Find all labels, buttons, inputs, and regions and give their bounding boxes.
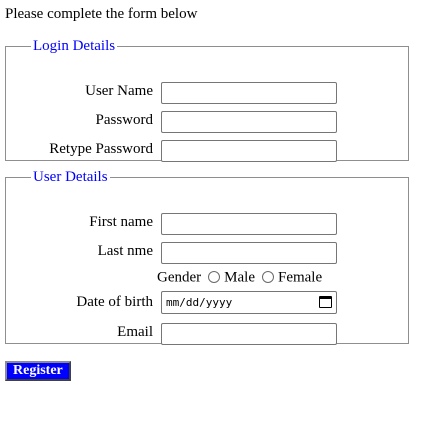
password-label: Password	[95, 112, 153, 128]
calendar-icon[interactable]	[319, 296, 332, 308]
last-name-label: Last nme	[97, 243, 153, 259]
email-label: Email	[117, 324, 153, 340]
login-details-legend: Login Details	[33, 38, 116, 54]
retype-password-label: Retype Password	[49, 141, 153, 157]
gender-label: Gender	[157, 269, 202, 286]
dob-input[interactable]: mm/dd/yyyy	[161, 291, 337, 314]
form-intro-text: Please complete the form below	[5, 6, 198, 22]
user-details-legend: User Details	[33, 169, 108, 185]
password-input[interactable]	[161, 111, 337, 133]
dob-label: Date of birth	[76, 294, 153, 310]
last-name-input[interactable]	[161, 242, 337, 264]
registration-page: Please complete the form below Login Det…	[0, 0, 425, 428]
first-name-label: First name	[89, 214, 153, 230]
gender-female-radio[interactable]	[261, 270, 274, 283]
gender-row: Gender Male Female	[157, 268, 322, 287]
gender-male-label[interactable]: Male	[224, 270, 255, 286]
retype-password-input[interactable]	[161, 140, 337, 162]
email-input[interactable]	[161, 323, 337, 345]
username-label: User Name	[85, 83, 153, 99]
dob-placeholder: mm/dd/yyyy	[166, 296, 233, 309]
register-button[interactable]: Register	[5, 361, 71, 381]
user-details-fieldset: User Details First name Last nme Gender M…	[5, 169, 409, 345]
login-details-fieldset: Login Details User Name Password Retype …	[5, 38, 409, 162]
gender-male-radio[interactable]	[208, 270, 221, 283]
username-input[interactable]	[161, 82, 337, 104]
gender-female-label[interactable]: Female	[278, 270, 322, 286]
first-name-input[interactable]	[161, 213, 337, 235]
